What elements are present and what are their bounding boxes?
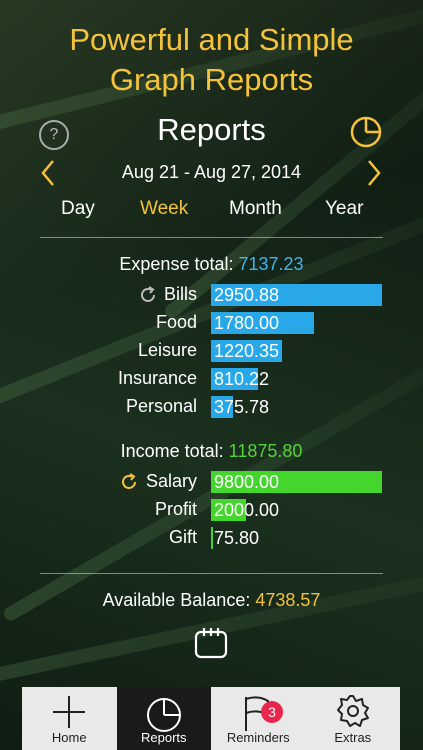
divider bbox=[40, 237, 383, 238]
expense-total-label: Expense total: bbox=[119, 254, 234, 274]
tab-month[interactable]: Month bbox=[229, 198, 282, 220]
expense-value: 375.78 bbox=[214, 397, 270, 417]
income-category: Profit bbox=[154, 499, 197, 519]
tab-home[interactable]: Home bbox=[22, 687, 117, 750]
reports-screen: Powerful and Simple Graph Reports ? Repo… bbox=[0, 0, 423, 750]
expense-value: 1780.00 bbox=[214, 313, 280, 333]
income-row[interactable]: Gift 75.80 bbox=[0, 525, 423, 551]
tab-label: Extras bbox=[334, 730, 372, 745]
income-value: 75.80 bbox=[214, 528, 260, 548]
promo-line-1: Powerful and Simple bbox=[69, 22, 354, 57]
tab-reminders[interactable]: 3 Reminders bbox=[211, 687, 306, 750]
balance-label: Available Balance: bbox=[102, 590, 251, 610]
income-category: Salary bbox=[145, 471, 197, 491]
expense-category: Leisure bbox=[137, 340, 197, 360]
expense-row[interactable]: Personal 375.78 bbox=[0, 394, 423, 420]
tab-extras[interactable]: Extras bbox=[306, 687, 401, 750]
expense-row[interactable]: Insurance 810.22 bbox=[0, 366, 423, 392]
income-row[interactable]: Salary 9800.00 bbox=[0, 469, 423, 495]
date-range-bar: Aug 21 - Aug 27, 2014 bbox=[0, 158, 423, 188]
income-value: 9800.00 bbox=[214, 472, 280, 492]
tab-reports[interactable]: Reports bbox=[116, 687, 211, 750]
tab-year[interactable]: Year bbox=[325, 198, 363, 220]
income-category: Gift bbox=[168, 527, 197, 547]
expense-category: Insurance bbox=[117, 368, 197, 388]
income-row[interactable]: Profit 2000.00 bbox=[0, 497, 423, 523]
divider bbox=[40, 573, 383, 574]
expense-total-value: 7137.23 bbox=[238, 254, 304, 274]
expense-value: 1220.35 bbox=[214, 341, 280, 361]
balance-line: Available Balance: 4738.57 bbox=[0, 590, 423, 611]
pie-chart-icon[interactable] bbox=[349, 114, 383, 148]
balance-value: 4738.57 bbox=[255, 590, 321, 610]
tab-label: Reports bbox=[140, 730, 187, 745]
expense-row[interactable]: Food 1780.00 bbox=[0, 310, 423, 336]
period-selector: Day Week Month Year bbox=[0, 198, 423, 224]
income-total-label: Income total: bbox=[120, 441, 224, 461]
recurring-icon bbox=[141, 286, 155, 302]
plus-icon bbox=[53, 696, 86, 728]
income-bar bbox=[211, 527, 213, 549]
tab-week[interactable]: Week bbox=[140, 198, 188, 220]
tab-day[interactable]: Day bbox=[61, 198, 95, 220]
income-value: 2000.00 bbox=[214, 500, 280, 520]
gear-icon bbox=[336, 695, 369, 727]
tab-bar: Home Reports 3 Reminders Extras bbox=[22, 687, 400, 750]
tab-label: Home bbox=[51, 730, 87, 745]
expense-category: Bills bbox=[163, 284, 197, 304]
expense-row[interactable]: Bills 2950.88 bbox=[0, 282, 423, 308]
expense-category: Food bbox=[155, 312, 197, 332]
header: ? Reports bbox=[0, 108, 423, 156]
expense-value: 810.22 bbox=[214, 369, 270, 389]
promo-heading: Powerful and Simple Graph Reports bbox=[0, 20, 423, 100]
tab-label: Reminders bbox=[226, 730, 290, 745]
expense-value: 2950.88 bbox=[214, 285, 280, 305]
calendar-icon[interactable] bbox=[193, 626, 229, 660]
reminders-badge: 3 bbox=[261, 701, 283, 723]
recurring-icon bbox=[122, 473, 136, 489]
next-range-button[interactable] bbox=[364, 158, 384, 188]
date-range-label: Aug 21 - Aug 27, 2014 bbox=[121, 162, 302, 182]
expense-category: Personal bbox=[125, 396, 197, 416]
income-total-value: 11875.80 bbox=[228, 441, 303, 461]
income-total-line: Income total: 11875.80 bbox=[0, 441, 423, 462]
promo-line-2: Graph Reports bbox=[109, 62, 314, 97]
expense-total-line: Expense total: 7137.23 bbox=[0, 254, 423, 275]
expense-row[interactable]: Leisure 1220.35 bbox=[0, 338, 423, 364]
pie-chart-icon bbox=[146, 698, 181, 732]
